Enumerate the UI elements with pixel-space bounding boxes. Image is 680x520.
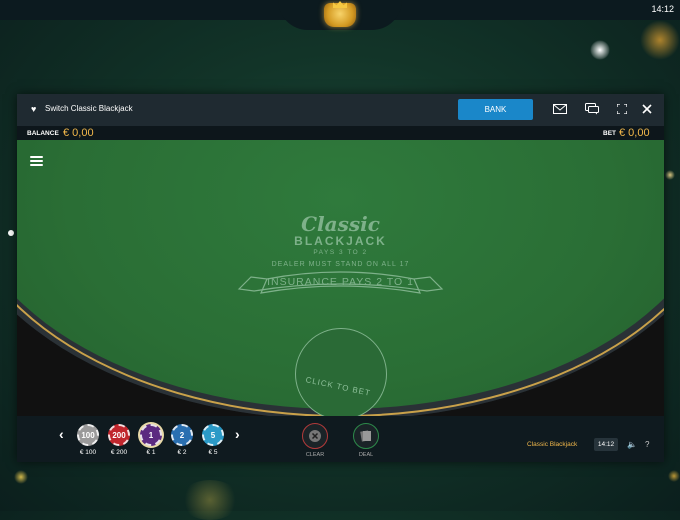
bet-value: € 0,00 — [619, 127, 650, 139]
balance-value: € 0,00 — [63, 127, 94, 139]
bokeh-light — [14, 470, 28, 484]
chip-icon: 100 — [77, 424, 99, 446]
window-title: Switch Classic Blackjack — [45, 104, 133, 113]
game-window: ♥ Switch Classic Blackjack BANK BALANCE … — [17, 94, 664, 462]
bokeh-light — [8, 230, 14, 236]
chip-label: € 100 — [79, 449, 97, 456]
chip-1-selected[interactable]: 1 € 1 — [137, 424, 165, 456]
hamburger-menu-icon[interactable] — [30, 156, 43, 167]
clear-label: CLEAR — [305, 452, 325, 458]
chevron-right-icon[interactable]: › — [235, 426, 240, 442]
cards-icon — [360, 430, 371, 442]
chip-value: 1 — [148, 430, 154, 440]
blackjack-table: Classic BLACKJACK PAYS 3 TO 2 DEALER MUS… — [17, 140, 664, 416]
chat-icon[interactable] — [585, 102, 599, 116]
clear-x-icon — [309, 430, 321, 442]
bet-label: BET — [603, 130, 616, 137]
chip-icon: 200 — [108, 424, 130, 446]
table-title-blackjack: BLACKJACK — [294, 234, 387, 248]
mail-icon[interactable] — [553, 102, 567, 116]
footer-time: 14:12 — [594, 438, 618, 451]
bokeh-light — [590, 40, 610, 60]
deal-label: DEAL — [358, 452, 374, 458]
chip-200[interactable]: 200 € 200 — [105, 424, 133, 456]
chip-value: 100 — [81, 430, 95, 440]
chip-label: € 200 — [110, 449, 128, 456]
chip-label: € 1 — [146, 449, 156, 456]
footer-game-name: Classic Blackjack — [527, 441, 578, 448]
balance-label: BALANCE — [27, 130, 59, 137]
sound-icon[interactable]: 🔈 — [627, 440, 637, 449]
close-icon[interactable] — [640, 102, 654, 116]
favorite-heart-icon[interactable]: ♥ — [31, 104, 36, 114]
table-title-classic: Classic — [301, 212, 380, 236]
table-pays-text: PAYS 3 TO 2 — [313, 249, 368, 256]
bokeh-light — [665, 170, 675, 180]
bank-button[interactable]: BANK — [458, 99, 533, 120]
bokeh-light — [180, 480, 240, 520]
deal-button[interactable] — [353, 423, 379, 449]
chip-icon: 5 — [202, 424, 224, 446]
chip-label: € 5 — [208, 449, 218, 456]
status-clock: 14:12 — [651, 4, 674, 14]
chip-value: 5 — [210, 430, 216, 440]
clear-button[interactable] — [302, 423, 328, 449]
bokeh-light — [640, 20, 680, 60]
chip-value: 200 — [112, 430, 126, 440]
chevron-left-icon[interactable]: ‹ — [59, 426, 64, 442]
insurance-text: INSURANCE PAYS 2 TO 1 — [267, 276, 414, 288]
fullscreen-icon[interactable] — [615, 102, 629, 116]
chip-icon: 1 — [140, 424, 162, 446]
chip-label: € 2 — [177, 449, 187, 456]
bottom-controls: ‹ 100 € 100 200 € 200 1 € 1 2 € 2 5 € 5 … — [17, 416, 664, 462]
balance-bar: BALANCE € 0,00 BET € 0,00 — [17, 126, 664, 140]
bet-spot[interactable] — [295, 328, 387, 416]
chip-100[interactable]: 100 € 100 — [74, 424, 102, 456]
chip-value: 2 — [179, 430, 185, 440]
window-titlebar: ♥ Switch Classic Blackjack BANK — [17, 94, 664, 126]
chip-icon: 2 — [171, 424, 193, 446]
chip-5[interactable]: 5 € 5 — [199, 424, 227, 456]
chip-2[interactable]: 2 € 2 — [168, 424, 196, 456]
bokeh-light — [668, 470, 680, 482]
help-icon[interactable]: ? — [645, 440, 649, 449]
